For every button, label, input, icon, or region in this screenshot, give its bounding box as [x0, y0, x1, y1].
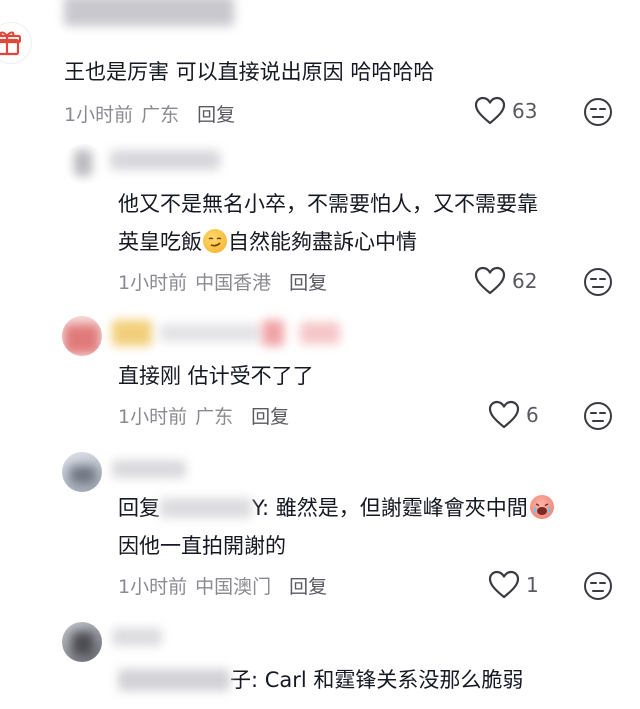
username-blurred: [110, 150, 220, 170]
comment-meta: 1小时前 广东 回复: [118, 402, 289, 429]
comment-text-part: 子: Carl 和霆锋关系没那么脆弱: [230, 668, 524, 692]
comment-item: 他又不是無名小卒，不需要怕人，又不需要靠 英皇吃飯 自然能夠盡訴心中情 1小时前中…: [0, 140, 640, 310]
like-button[interactable]: 1: [488, 570, 539, 600]
mention-blurred: [118, 669, 230, 691]
smirk-emoji-face: [208, 237, 222, 247]
comment-time: 1小时前: [64, 104, 134, 126]
avatar[interactable]: [62, 316, 102, 356]
comment-item: 回复 Y: 雖然是，但謝霆峰會夾中間 因他一直拍開謝的 1小时前 中国澳门 回复 1: [0, 448, 640, 618]
comment-text: 王也是厉害 可以直接说出原因 哈哈哈哈: [64, 60, 435, 84]
heart-outline-icon: [488, 570, 520, 599]
like-button[interactable]: 6: [488, 400, 539, 430]
username-blurred: [112, 628, 162, 646]
like-count: 6: [526, 403, 539, 427]
like-button[interactable]: 62: [474, 266, 537, 296]
reply-button[interactable]: 回复: [289, 576, 327, 598]
comment-location: 广东: [141, 104, 180, 126]
like-count: 62: [512, 269, 538, 293]
avatar-blurred: [64, 324, 100, 354]
crying-emoji: [529, 495, 554, 519]
dislike-face-icon[interactable]: [583, 401, 613, 431]
heart-outline-icon: [474, 96, 506, 125]
comment-text-part: 自然能夠盡訴心中情: [228, 230, 417, 254]
crying-emoji-face: [533, 503, 550, 515]
comment-time: 1小时前: [118, 406, 188, 428]
username-blurred: [112, 320, 152, 346]
reply-button[interactable]: 回复: [197, 104, 235, 126]
comment-text-part: 英皇吃飯: [118, 230, 202, 254]
smirk-emoji: [203, 229, 227, 253]
like-count: 63: [512, 99, 538, 123]
avatar[interactable]: [62, 622, 102, 662]
comment-location: 广东: [195, 406, 234, 428]
comment-text-line-2: 英皇吃飯 自然能夠盡訴心中情: [118, 226, 417, 258]
username-blurred: [160, 324, 260, 342]
dislike-face-icon[interactable]: [583, 571, 613, 601]
comment-time: 1小时前: [118, 576, 188, 598]
reply-button[interactable]: 回复: [251, 406, 289, 428]
gift-icon: [0, 31, 21, 56]
comment-text: 子: Carl 和霆锋关系没那么脆弱: [118, 664, 523, 696]
comment-text: 直接刚 估计受不了了: [118, 364, 314, 388]
reply-prefix: 回复: [118, 496, 160, 520]
comment-meta: 1小时前 广东 回复: [64, 100, 235, 127]
reply-button[interactable]: 回复: [289, 272, 327, 294]
comment-time: 1小时前: [118, 272, 188, 294]
dislike-face-icon[interactable]: [583, 97, 613, 127]
comment-item: 直接刚 估计受不了了 1小时前 广东 回复 6: [0, 310, 640, 450]
avatar-blurred: [70, 466, 96, 484]
comment-text-line-1: 他又不是無名小卒，不需要怕人，又不需要靠: [118, 192, 538, 216]
avatar-blurred: [72, 632, 94, 656]
heart-outline-icon: [488, 400, 520, 429]
like-count: 1: [526, 573, 539, 597]
avatar[interactable]: [62, 452, 102, 492]
comment-text-line-2: 因他一直拍開謝的: [118, 534, 286, 558]
avatar[interactable]: [64, 144, 104, 184]
avatar-blurred: [74, 150, 92, 176]
comment-meta: 1小时前 中国香港 回复: [118, 268, 327, 295]
comment-text-part: Y: 雖然是，但謝霆峰會夾中間: [252, 496, 528, 520]
comment-text-line-1: 回复 Y: 雖然是，但謝霆峰會夾中間: [118, 492, 555, 524]
mention-blurred: [160, 498, 252, 518]
username-blurred: [112, 460, 186, 478]
avatar[interactable]: [0, 22, 32, 64]
username-blurred: [300, 322, 340, 344]
comment-item: 子: Carl 和霆锋关系没那么脆弱: [0, 618, 640, 709]
comment-item: 王也是厉害 可以直接说出原因 哈哈哈哈 1小时前 广东 回复 63: [0, 0, 640, 150]
comment-location: 中国澳门: [195, 576, 272, 598]
username-blurred: [64, 0, 234, 26]
dislike-face-icon[interactable]: [583, 267, 613, 297]
comment-location: 中国香港: [195, 272, 272, 294]
username-blurred: [262, 320, 284, 346]
like-button[interactable]: 63: [474, 96, 537, 126]
comment-meta: 1小时前 中国澳门 回复: [118, 572, 327, 599]
heart-outline-icon: [474, 266, 506, 295]
